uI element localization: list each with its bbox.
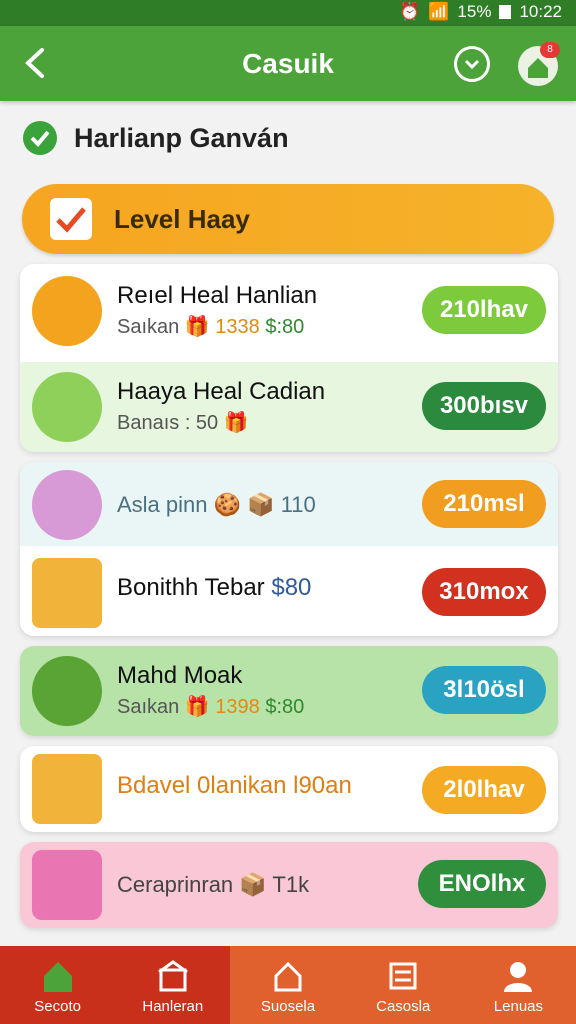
level-label: Level Haay <box>114 204 250 234</box>
nav-home[interactable]: Secoto <box>0 946 116 1024</box>
list-item[interactable]: Reıel Heal Hanlian Saıkan 🎁 1338 $:80 21… <box>20 264 558 362</box>
phone-icon <box>32 276 102 346</box>
notification-badge: 8 <box>540 42 560 58</box>
action-pill[interactable]: 3l10ösl <box>422 666 546 714</box>
dropdown-button[interactable] <box>454 46 490 82</box>
avatar-icon <box>32 850 102 920</box>
list-card-3: Mahd Moak Saıkan 🎁 1398 $:80 3l10ösl <box>20 646 558 736</box>
nav-item-4[interactable]: Casosla <box>345 946 461 1024</box>
action-pill[interactable]: 210msl <box>422 480 546 528</box>
store-icon <box>157 960 188 992</box>
nav-item-3[interactable]: Suosela <box>230 946 346 1024</box>
check-bubble-icon <box>23 121 57 155</box>
action-pill[interactable]: ENOlhx <box>418 860 546 908</box>
item-subtitle: Saıkan 🎁 1398 $:80 <box>117 696 305 718</box>
list-item[interactable]: Bonithh Tebar $80 310mox <box>20 546 558 636</box>
check-icon <box>56 207 86 233</box>
nav-label: Suosela <box>260 998 316 1015</box>
list-item[interactable]: Asla pinn 🍪 📦 110 210msl <box>20 462 558 546</box>
clock: 10:22 <box>519 2 562 21</box>
item-subtitle: Banaıs : 50 🎁 <box>117 412 249 434</box>
item-title: Haaya Heal Cadian <box>117 378 326 405</box>
box-icon <box>32 754 102 824</box>
gift-icon: 🎁 <box>184 316 210 338</box>
nav-label: Hanleran <box>142 998 204 1015</box>
user-icon <box>504 962 533 992</box>
nav-label: Lenuas <box>493 998 544 1015</box>
chevron-down-icon <box>464 59 480 70</box>
level-banner[interactable]: Level Haay <box>22 184 554 254</box>
battery-percent: 15% <box>457 2 492 21</box>
list-item[interactable]: Ceraprinran 📦 T1k ENOlhx <box>20 842 558 928</box>
list-item[interactable]: Bdavel 0lanikan l90an 2l0lhav <box>20 746 558 832</box>
bottom-nav: Secoto Hanleran Suosela Casosla Lenuas <box>0 946 576 1024</box>
list-item[interactable]: Haaya Heal Cadian Banaıs : 50 🎁 300bısv <box>20 362 558 452</box>
nav-item-2[interactable]: Hanleran <box>115 946 231 1024</box>
nav-label: Secoto <box>34 998 81 1015</box>
app-bar: Casuik 8 <box>0 26 576 101</box>
item-title: Asla pinn 🍪 📦 110 <box>117 492 316 517</box>
home-icon <box>43 962 72 992</box>
item-title: Bonithh Tebar $80 <box>117 574 312 601</box>
list-card-1: Reıel Heal Hanlian Saıkan 🎁 1338 $:80 21… <box>20 264 558 452</box>
section-header: Harlianp Ganván <box>20 118 289 158</box>
avatar-icon <box>32 470 102 540</box>
action-pill[interactable]: 310mox <box>422 568 546 616</box>
item-title: Mahd Moak <box>117 662 243 689</box>
action-pill[interactable]: 210lhav <box>422 286 546 334</box>
battery-icon <box>499 5 512 19</box>
avatar-icon <box>32 372 102 442</box>
nav-label: Casosla <box>376 998 431 1015</box>
status-bar: ⏰ 📶 15% 10:22 <box>0 0 576 26</box>
list-card-4: Bdavel 0lanikan l90an 2l0lhav <box>20 746 558 832</box>
list-card-2: Asla pinn 🍪 📦 110 210msl Bonithh Tebar $… <box>20 462 558 636</box>
item-title: Ceraprinran 📦 T1k <box>117 872 310 897</box>
list-icon <box>389 962 417 990</box>
section-title: Harlianp Ganván <box>74 122 289 153</box>
box-icon: 📦 <box>239 872 267 897</box>
game-icon <box>32 656 102 726</box>
wifi-icon: 📶 <box>428 2 450 21</box>
level-checkbox[interactable] <box>50 198 92 240</box>
list-card-5: Ceraprinran 📦 T1k ENOlhx <box>20 842 558 928</box>
item-title: Reıel Heal Hanlian <box>117 282 318 309</box>
box-icon <box>32 558 102 628</box>
action-pill[interactable]: 300bısv <box>422 382 546 430</box>
item-title: Bdavel 0lanikan l90an <box>117 772 352 799</box>
gift-icon: 🎁 <box>223 412 249 434</box>
nav-item-5[interactable]: Lenuas <box>460 946 576 1024</box>
list-item[interactable]: Mahd Moak Saıkan 🎁 1398 $:80 3l10ösl <box>20 646 558 736</box>
item-subtitle: Saıkan 🎁 1338 $:80 <box>117 316 305 338</box>
gift-icon: 🎁 <box>184 696 210 718</box>
home-outline-icon <box>274 961 302 992</box>
coins-icon: 📦 <box>247 492 275 517</box>
cookie-icon: 🍪 <box>213 492 242 517</box>
alarm-icon: ⏰ <box>399 2 421 21</box>
action-pill[interactable]: 2l0lhav <box>422 766 546 814</box>
